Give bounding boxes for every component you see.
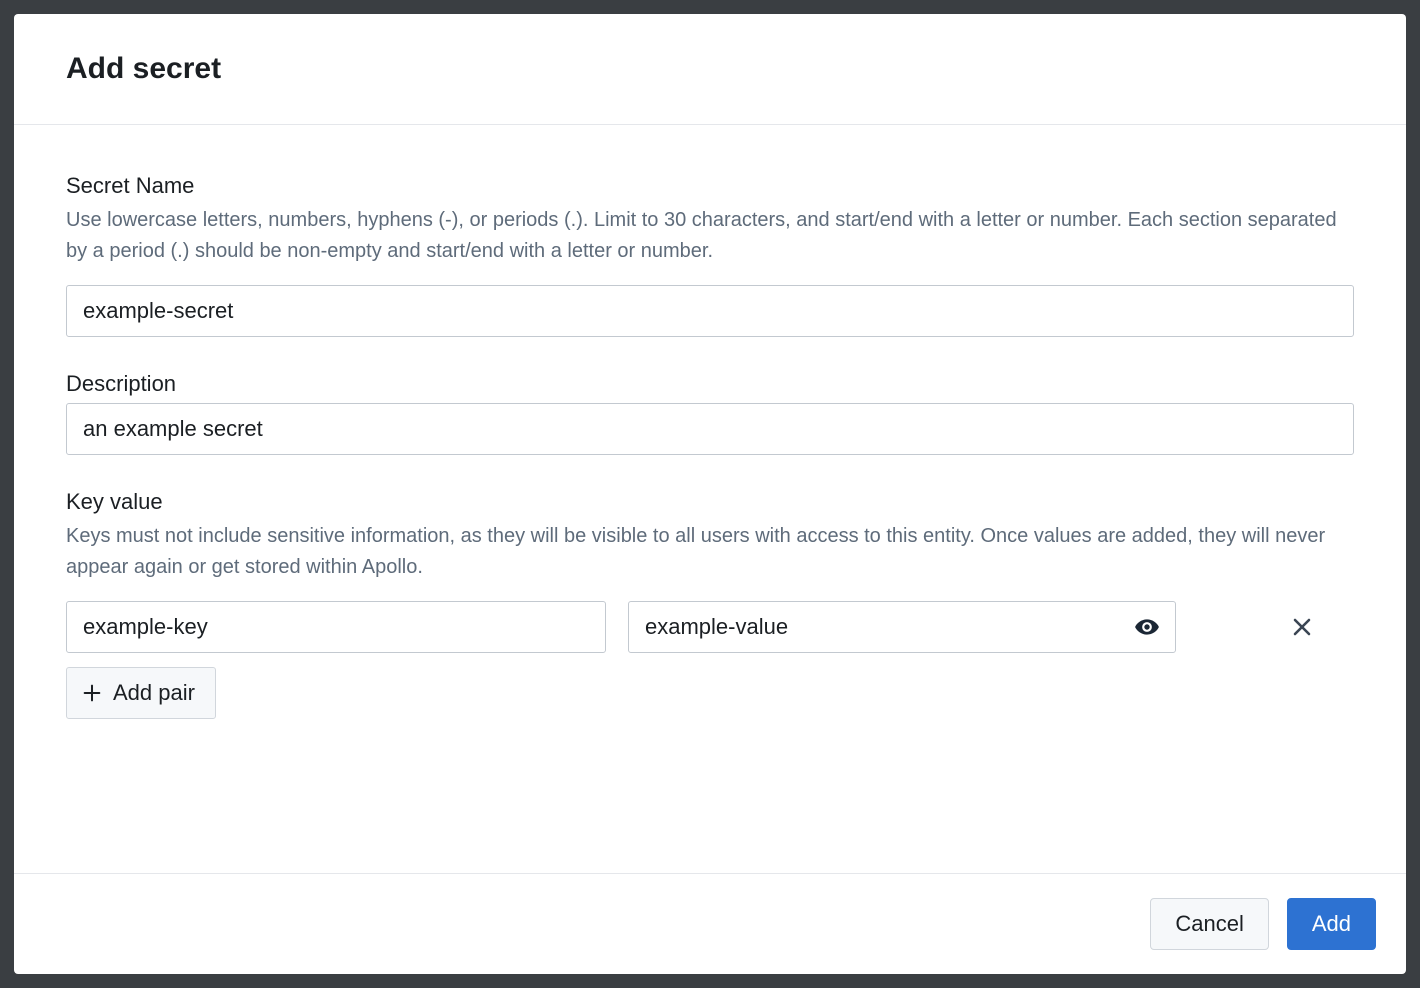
modal-footer: Cancel Add bbox=[14, 873, 1406, 974]
remove-pair-button[interactable] bbox=[1280, 605, 1324, 649]
key-value-group: Key value Keys must not include sensitiv… bbox=[66, 489, 1354, 719]
description-input[interactable] bbox=[66, 403, 1354, 455]
secret-name-group: Secret Name Use lowercase letters, numbe… bbox=[66, 173, 1354, 337]
key-input[interactable] bbox=[66, 601, 606, 653]
secret-name-label: Secret Name bbox=[66, 173, 1354, 199]
description-group: Description bbox=[66, 371, 1354, 455]
add-secret-modal: Add secret Secret Name Use lowercase let… bbox=[14, 14, 1406, 974]
cancel-button[interactable]: Cancel bbox=[1150, 898, 1268, 950]
eye-icon bbox=[1134, 614, 1160, 640]
close-icon bbox=[1290, 615, 1314, 639]
value-cell bbox=[628, 601, 1176, 653]
add-pair-button[interactable]: Add pair bbox=[66, 667, 216, 719]
plus-icon bbox=[81, 682, 103, 704]
add-pair-label: Add pair bbox=[113, 680, 195, 706]
modal-title: Add secret bbox=[66, 52, 1354, 86]
key-value-label: Key value bbox=[66, 489, 1354, 515]
description-label: Description bbox=[66, 371, 1354, 397]
modal-body: Secret Name Use lowercase letters, numbe… bbox=[14, 125, 1406, 873]
modal-header: Add secret bbox=[14, 14, 1406, 125]
secret-name-hint: Use lowercase letters, numbers, hyphens … bbox=[66, 205, 1354, 267]
key-value-row bbox=[66, 601, 1354, 653]
toggle-visibility-button[interactable] bbox=[1128, 608, 1166, 646]
value-input[interactable] bbox=[628, 601, 1176, 653]
key-value-hint: Keys must not include sensitive informat… bbox=[66, 521, 1354, 583]
secret-name-input[interactable] bbox=[66, 285, 1354, 337]
key-cell bbox=[66, 601, 606, 653]
add-button[interactable]: Add bbox=[1287, 898, 1376, 950]
